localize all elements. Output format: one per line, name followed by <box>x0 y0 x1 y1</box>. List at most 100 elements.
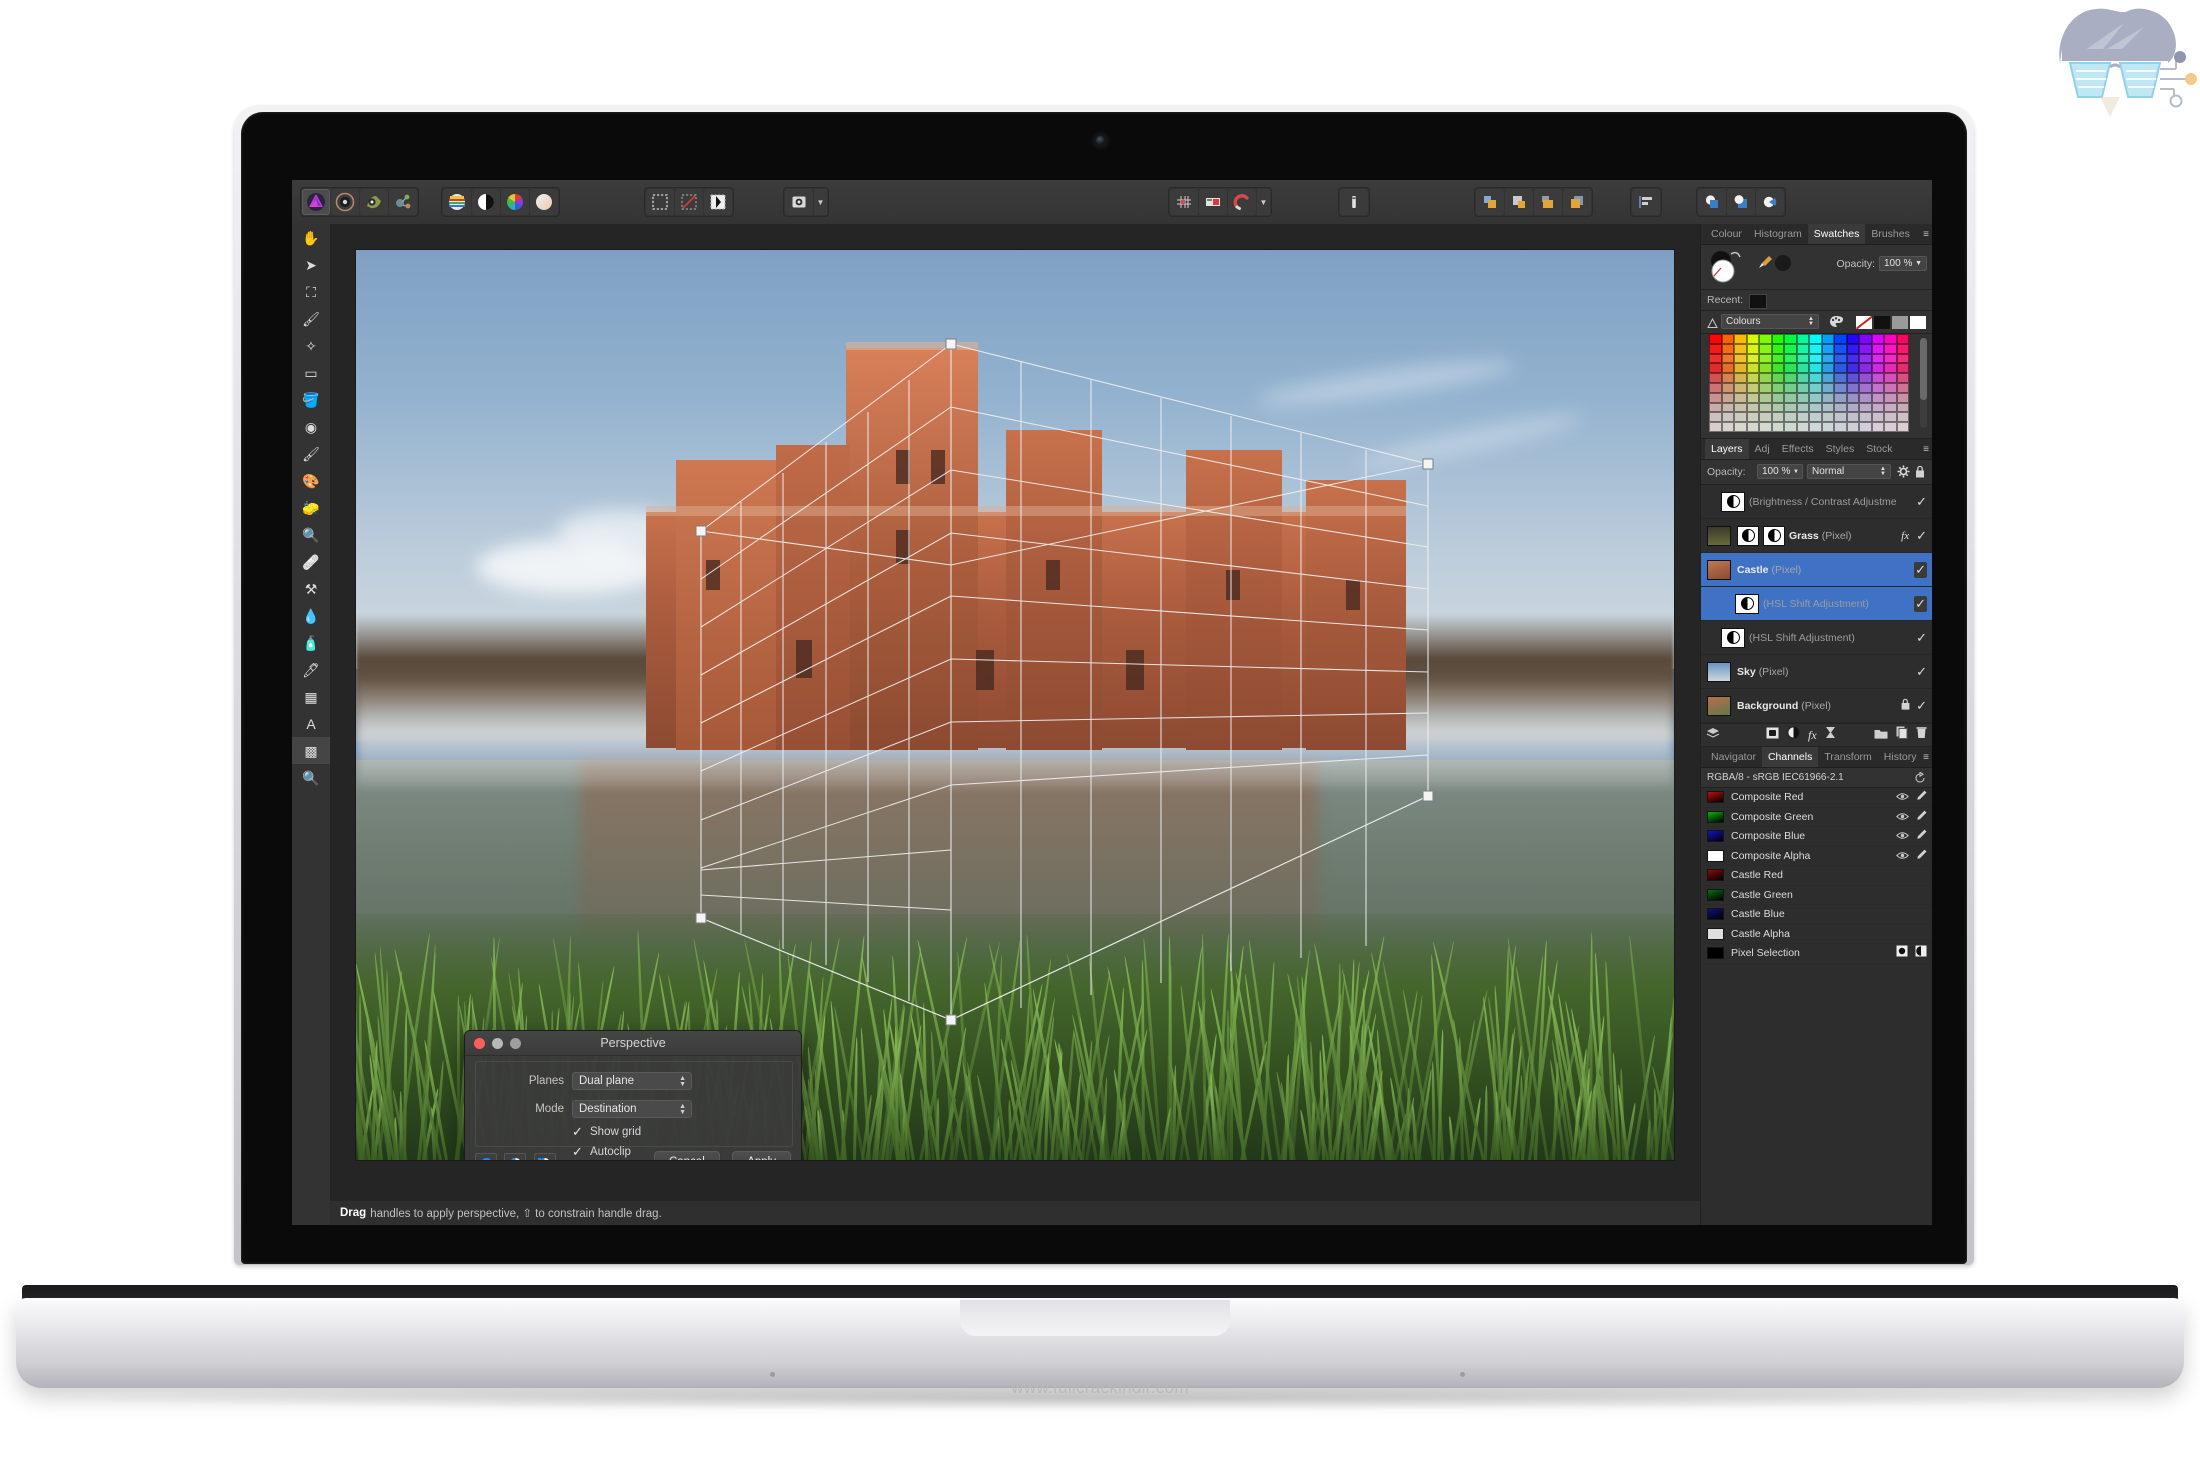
palette-select[interactable]: Colours ▲ ▼ <box>1721 314 1819 329</box>
selection-brush-tool[interactable]: 🖌 <box>292 305 330 332</box>
colour-swatch[interactable] <box>1834 373 1847 383</box>
recent-swatch[interactable] <box>1749 294 1767 309</box>
rectangle-tool[interactable]: ▦ <box>292 683 330 710</box>
swatch-scrollbar[interactable] <box>1920 338 1927 428</box>
colour-swatch[interactable] <box>1834 343 1847 354</box>
colour-swatch[interactable] <box>1796 353 1809 364</box>
tab-histogram[interactable]: Histogram <box>1748 224 1808 244</box>
channel-row[interactable]: Composite Green <box>1701 808 1932 827</box>
colour-swatch[interactable] <box>1821 402 1834 413</box>
colour-swatch[interactable] <box>1734 363 1747 374</box>
layer-row[interactable]: Background (Pixel) ✓ <box>1701 689 1932 723</box>
tab-colour[interactable]: Colour <box>1705 224 1748 244</box>
colour-swatch[interactable] <box>1884 382 1897 393</box>
colour-swatch[interactable] <box>1821 382 1834 393</box>
affinity-photo-persona-button[interactable] <box>302 189 330 215</box>
colour-swatch[interactable] <box>1871 363 1884 374</box>
move-to-front-icon[interactable] <box>1476 189 1504 215</box>
colour-swatch[interactable] <box>1759 392 1772 403</box>
colour-swatch[interactable] <box>1846 353 1859 364</box>
colour-wheel-icon[interactable] <box>501 189 529 215</box>
colour-swatch[interactable] <box>1734 382 1747 393</box>
colour-swatch[interactable] <box>1809 392 1822 403</box>
colour-swatch[interactable] <box>1859 343 1872 354</box>
colour-swatch[interactable] <box>1746 392 1759 403</box>
delete-layer-icon[interactable] <box>1916 726 1927 744</box>
colour-swatch[interactable] <box>1834 363 1847 374</box>
colour-swatch[interactable] <box>1721 363 1734 374</box>
sponge-tool[interactable]: 🧴 <box>292 629 330 656</box>
colour-swatch[interactable] <box>1734 392 1747 403</box>
colour-swatch[interactable] <box>1721 334 1734 344</box>
layer-mask-thumbnail[interactable] <box>1763 525 1785 546</box>
channel-row[interactable]: Pixel Selection <box>1701 944 1932 964</box>
preview-split-button[interactable] <box>504 1153 527 1160</box>
grey-swatch-icon[interactable] <box>1891 315 1909 330</box>
colour-swatch[interactable] <box>1859 422 1872 432</box>
layers-opacity-input[interactable]: 100 % ▼ <box>1757 464 1803 479</box>
colour-swatch[interactable] <box>1884 392 1897 403</box>
planes-select[interactable]: Dual plane ▲ ▼ <box>572 1072 692 1090</box>
preview-mirror-button[interactable] <box>533 1153 556 1160</box>
alignment-icon[interactable] <box>1632 189 1660 215</box>
tab-stock[interactable]: Stock <box>1860 439 1898 459</box>
eye-icon[interactable] <box>1896 827 1909 845</box>
tab-adj[interactable]: Adj <box>1749 439 1776 459</box>
clone-brush-tool[interactable]: ⚒ <box>292 575 330 602</box>
colour-swatch[interactable] <box>1884 363 1897 374</box>
tab-transform[interactable]: Transform <box>1818 747 1877 767</box>
blend-mode-select[interactable]: Normal ▲ ▼ <box>1807 464 1891 479</box>
colour-swatch[interactable] <box>1846 343 1859 354</box>
colour-swatch[interactable] <box>1809 373 1822 383</box>
colour-swatch[interactable] <box>1846 373 1859 383</box>
pencil-icon[interactable] <box>1916 788 1927 806</box>
colour-swatch[interactable] <box>1896 412 1909 423</box>
colour-swatch[interactable] <box>1846 334 1859 344</box>
tab-brushes[interactable]: Brushes <box>1865 224 1916 244</box>
layer-thumbnail[interactable] <box>1707 695 1731 716</box>
colour-swatch[interactable] <box>1759 373 1772 383</box>
tab-styles[interactable]: Styles <box>1820 439 1861 459</box>
move-tool[interactable]: ➤ <box>292 251 330 278</box>
flood-fill-tool[interactable]: 🪣 <box>292 386 330 413</box>
colour-swatch[interactable] <box>1884 343 1897 354</box>
colour-swatch[interactable] <box>1859 392 1872 403</box>
colour-swatch[interactable] <box>1746 422 1759 432</box>
colour-swatch[interactable] <box>1821 412 1834 423</box>
colour-swatch[interactable] <box>1809 343 1822 354</box>
colour-swatch[interactable] <box>1709 392 1722 403</box>
colour-swatch[interactable] <box>1846 382 1859 393</box>
opacity-input[interactable]: 100 % ▼ <box>1879 256 1927 271</box>
colour-swatch[interactable] <box>1821 353 1834 364</box>
colour-swatch[interactable] <box>1859 353 1872 364</box>
invert-selection-icon[interactable] <box>704 189 732 215</box>
colour-swatch[interactable] <box>1709 382 1722 393</box>
white-swatch-icon[interactable] <box>1909 315 1927 330</box>
colour-swatch[interactable] <box>1721 382 1734 393</box>
colour-swatch[interactable] <box>1734 422 1747 432</box>
colour-swatch[interactable] <box>1709 334 1722 344</box>
colour-swatch[interactable] <box>1771 343 1784 354</box>
snapping-caret-icon[interactable]: ▼ <box>1257 189 1270 215</box>
colour-swatch[interactable] <box>1784 382 1797 393</box>
colour-swatch[interactable] <box>1771 402 1784 413</box>
tab-swatches[interactable]: Swatches <box>1807 224 1866 244</box>
colour-swatch[interactable] <box>1834 382 1847 393</box>
colour-swatch[interactable] <box>1859 373 1872 383</box>
colour-swatch[interactable] <box>1709 373 1722 383</box>
colour-swatch[interactable] <box>1771 392 1784 403</box>
tab-history[interactable]: History <box>1878 747 1923 767</box>
colour-swatch[interactable] <box>1759 382 1772 393</box>
guides-icon[interactable] <box>1199 189 1227 215</box>
select-all-icon[interactable] <box>646 189 674 215</box>
panel-menu-icon[interactable]: ≡ <box>1923 444 1932 455</box>
colour-swatch[interactable] <box>1871 412 1884 423</box>
colour-swatch[interactable] <box>1896 422 1909 432</box>
colour-swatch[interactable] <box>1896 353 1909 364</box>
duplicate-layer-icon[interactable] <box>1896 726 1908 744</box>
colour-swatch[interactable] <box>1859 382 1872 393</box>
colour-swatch[interactable] <box>1809 382 1822 393</box>
colour-swatch[interactable] <box>1809 412 1822 423</box>
assistant-icon[interactable] <box>1340 189 1368 215</box>
colour-swatch[interactable] <box>1834 392 1847 403</box>
